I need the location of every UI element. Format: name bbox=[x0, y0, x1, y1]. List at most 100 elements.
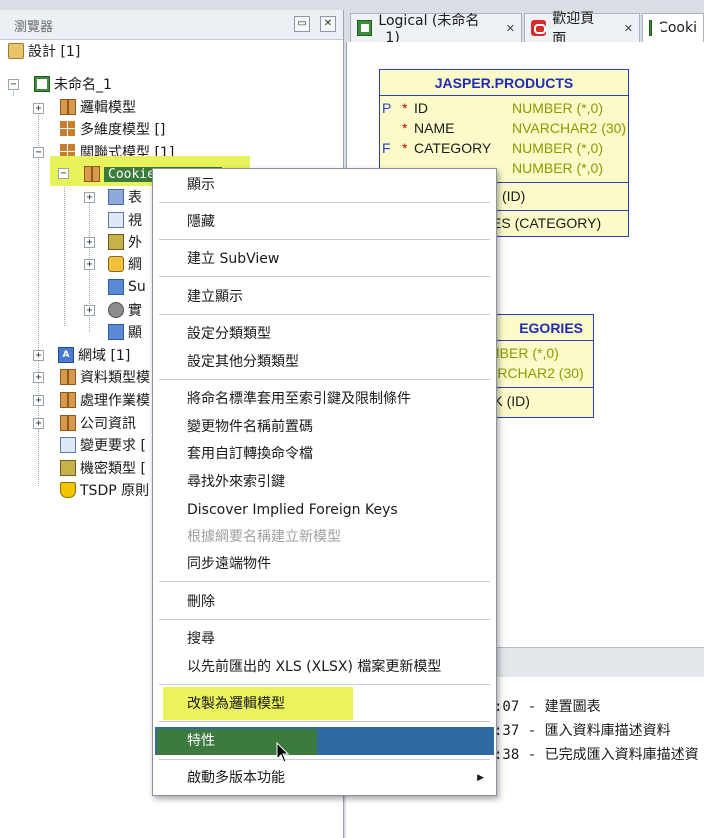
expand-icon[interactable]: + bbox=[84, 305, 95, 316]
menu-item-update-from-xls[interactable]: 以先前匯出的 XLS (XLSX) 檔案更新模型 bbox=[155, 655, 494, 679]
tree-item-change-requests[interactable]: 變更要求 [ bbox=[60, 434, 146, 456]
tree-item-sensitive-types[interactable]: 機密類型 [ bbox=[60, 457, 146, 479]
relational-diagram-icon bbox=[649, 20, 662, 36]
close-icon[interactable]: ✕ bbox=[506, 22, 515, 35]
menu-item-apply-naming-standards[interactable]: 將命名標準套用至索引鍵及限制條件 bbox=[155, 387, 494, 411]
tree-item-tsdp-policy[interactable]: TSDP 原則 bbox=[60, 479, 149, 501]
menu-item-find-foreign-keys[interactable]: 尋找外來索引鍵 bbox=[155, 470, 494, 494]
minimize-button[interactable]: ▭ bbox=[294, 16, 310, 32]
tree-item-business-info[interactable]: 公司資訊 bbox=[60, 412, 136, 434]
column-row: * NAME NVARCHAR2 (30) bbox=[402, 120, 627, 136]
menu-separator bbox=[159, 759, 490, 760]
key-icon bbox=[108, 234, 124, 250]
menu-item-properties[interactable]: 特性 bbox=[155, 727, 494, 755]
tree-item-subviews[interactable]: Su bbox=[108, 276, 146, 298]
menu-item-change-prefix[interactable]: 變更物件名稱前置碼 bbox=[155, 415, 494, 439]
menu-separator bbox=[159, 314, 490, 315]
mouse-cursor-icon bbox=[276, 742, 290, 763]
menu-item-discover-implied-fk[interactable]: Discover Implied Foreign Keys bbox=[155, 498, 494, 522]
menu-item-enable-versioning[interactable]: 啟動多版本功能 ▶ bbox=[155, 766, 494, 790]
tree-item-tables[interactable]: 表 bbox=[108, 186, 142, 208]
model-box-icon bbox=[60, 369, 76, 385]
model-box-icon bbox=[84, 166, 100, 182]
menu-item-create-display[interactable]: 建立顯示 bbox=[155, 285, 494, 309]
model-box-icon bbox=[60, 99, 76, 115]
tree-item-physical[interactable]: 實 bbox=[108, 299, 142, 321]
tab-logical[interactable]: Logical (未命名_1) ✕ bbox=[350, 13, 522, 46]
menu-item-set-classification[interactable]: 設定分類類型 bbox=[155, 322, 494, 346]
table-icon bbox=[108, 189, 124, 205]
menu-item-set-other-classification[interactable]: 設定其他分類類型 bbox=[155, 350, 494, 374]
menu-separator bbox=[159, 379, 490, 380]
menu-item-search[interactable]: 搜尋 bbox=[155, 627, 494, 651]
log-line: :38 - 已完成匯入資料庫描述資 bbox=[494, 747, 699, 763]
menu-item-sync-remote[interactable]: 同步遠端物件 bbox=[155, 552, 494, 576]
schema-icon bbox=[108, 256, 124, 272]
tree-item-multidim-model[interactable]: 多維度模型 [] bbox=[60, 118, 165, 140]
menu-item-new-model-from-schema: 根據綱要名稱建立新模型 bbox=[187, 529, 341, 545]
navigator-title: 瀏覽器 bbox=[14, 20, 54, 35]
tree-item-datatype-model[interactable]: 資料類型模 bbox=[60, 366, 150, 388]
tree-item-domains[interactable]: A 網域 [1] bbox=[58, 344, 130, 366]
menu-item-create-subview[interactable]: 建立 SubView bbox=[155, 247, 494, 271]
expand-icon[interactable]: + bbox=[84, 259, 95, 270]
tree-item-design[interactable]: 設計 [1] bbox=[8, 40, 80, 62]
model-box-icon bbox=[60, 415, 76, 431]
submenu-arrow-icon: ▶ bbox=[477, 773, 484, 783]
log-line: :07 - 建置圖表 bbox=[494, 699, 601, 715]
expand-icon[interactable]: + bbox=[84, 237, 95, 248]
tree-line bbox=[64, 176, 65, 326]
log-line: :37 - 匯入資料庫描述資料 bbox=[494, 723, 671, 739]
navigator-header: 瀏覽器 ▭ ✕ bbox=[0, 10, 343, 40]
display-icon bbox=[108, 324, 124, 340]
subview-icon bbox=[108, 279, 124, 295]
menu-separator bbox=[159, 619, 490, 620]
tree-item-logical-model[interactable]: 邏輯模型 bbox=[60, 96, 136, 118]
menu-separator bbox=[159, 721, 490, 722]
expand-icon[interactable]: + bbox=[33, 372, 44, 383]
tree-item-displays[interactable]: 顯 bbox=[108, 321, 142, 343]
shield-icon bbox=[60, 482, 76, 498]
quad-model-icon bbox=[60, 121, 76, 137]
domain-icon: A bbox=[58, 347, 74, 363]
menu-item-show[interactable]: 顯示 bbox=[155, 173, 494, 197]
expand-icon[interactable]: + bbox=[33, 103, 44, 114]
expand-icon[interactable]: + bbox=[33, 350, 44, 361]
context-menu: 顯示 隱藏 建立 SubView 建立顯示 設定分類類型 設定其他分類類型 將命… bbox=[152, 168, 497, 796]
column-row: P * ID NUMBER (*,0) bbox=[382, 100, 604, 116]
menu-item-engineer-to-logical[interactable]: 改製為邏輯模型 bbox=[155, 692, 494, 716]
tree-item-unnamed-1[interactable]: 未命名_1 bbox=[34, 73, 112, 95]
menu-separator bbox=[159, 684, 490, 685]
close-icon[interactable]: ✕ bbox=[624, 22, 633, 35]
column-row: F * CATEGORY NUMBER (*,0) bbox=[382, 140, 604, 156]
tree-item-process-model[interactable]: 處理作業模 bbox=[60, 389, 150, 411]
menu-separator bbox=[159, 276, 490, 277]
menu-item-delete[interactable]: 刪除 bbox=[155, 590, 494, 614]
highlight-box bbox=[157, 729, 317, 755]
document-icon bbox=[60, 437, 76, 453]
oracle-icon bbox=[531, 20, 547, 36]
tree-item-schemas[interactable]: 綱 bbox=[108, 253, 142, 275]
tree-item-foreign-keys[interactable]: 外 bbox=[108, 231, 142, 253]
view-icon bbox=[108, 212, 124, 228]
gear-icon bbox=[108, 302, 124, 318]
tab-cookies-model[interactable]: Cooki bbox=[642, 13, 704, 42]
expand-icon[interactable]: + bbox=[84, 192, 95, 203]
collapse-icon[interactable]: − bbox=[58, 168, 69, 179]
folder-icon bbox=[8, 43, 24, 59]
expand-icon[interactable]: + bbox=[33, 418, 44, 429]
tab-welcome[interactable]: 歡迎頁面 ✕ bbox=[524, 11, 640, 47]
menu-separator bbox=[159, 202, 490, 203]
logical-diagram-icon bbox=[357, 20, 373, 36]
model-box-icon bbox=[60, 392, 76, 408]
menu-separator bbox=[159, 581, 490, 582]
menu-item-apply-custom-script[interactable]: 套用自訂轉換命令檔 bbox=[155, 442, 494, 466]
close-button[interactable]: ✕ bbox=[320, 16, 336, 32]
tree-item-views[interactable]: 視 bbox=[108, 209, 142, 231]
menu-separator bbox=[159, 239, 490, 240]
menu-item-hide[interactable]: 隱藏 bbox=[155, 210, 494, 234]
editor-tabs: Logical (未命名_1) ✕ 歡迎頁面 ✕ Cooki bbox=[346, 10, 704, 47]
collapse-icon[interactable]: − bbox=[8, 79, 19, 90]
collapse-icon[interactable]: − bbox=[33, 147, 44, 158]
expand-icon[interactable]: + bbox=[33, 395, 44, 406]
